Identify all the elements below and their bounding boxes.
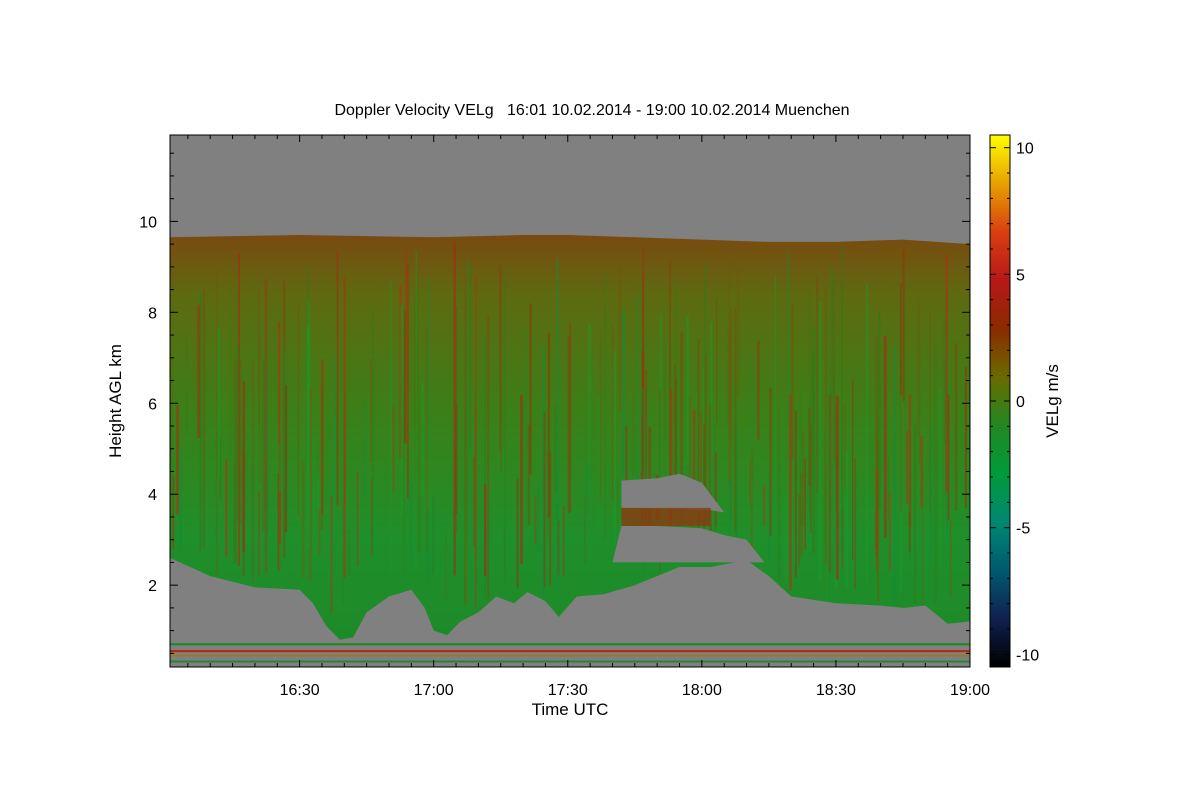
doppler-velocity-chart: Doppler Velocity VELg 16:01 10.02.2014 -… bbox=[106, 102, 1062, 719]
colorbar-tick-label: -10 bbox=[1016, 647, 1039, 664]
x-tick-label: 17:30 bbox=[548, 682, 588, 699]
colorbar-tick-label: -5 bbox=[1016, 521, 1030, 538]
y-tick-label: 8 bbox=[148, 305, 157, 322]
x-tick-label: 18:00 bbox=[682, 682, 722, 699]
y-tick-label: 2 bbox=[148, 578, 157, 595]
y-tick-label: 10 bbox=[139, 214, 157, 231]
plot-area bbox=[170, 135, 970, 667]
y-tick-label: 4 bbox=[148, 487, 157, 504]
y-tick-label: 6 bbox=[148, 396, 157, 413]
red-band bbox=[621, 507, 711, 527]
colorbar-tick-label: 0 bbox=[1016, 394, 1025, 411]
x-tick-label: 18:30 bbox=[816, 682, 856, 699]
x-tick-label: 19:00 bbox=[950, 682, 990, 699]
colorbar-label: VELg m/s bbox=[1043, 364, 1062, 438]
x-tick-label: 17:00 bbox=[414, 682, 454, 699]
colorbar-tick-label: 5 bbox=[1016, 267, 1025, 284]
colorbar: 10 5 0 -5 -10 VELg m/s bbox=[989, 134, 1062, 668]
x-axis-label: Time UTC bbox=[532, 700, 609, 719]
chart-title: Doppler Velocity VELg 16:01 10.02.2014 -… bbox=[334, 102, 849, 119]
y-axis-label: Height AGL km bbox=[106, 344, 125, 458]
x-tick-label: 16:30 bbox=[280, 682, 320, 699]
colorbar-tick-label: 10 bbox=[1016, 141, 1034, 158]
